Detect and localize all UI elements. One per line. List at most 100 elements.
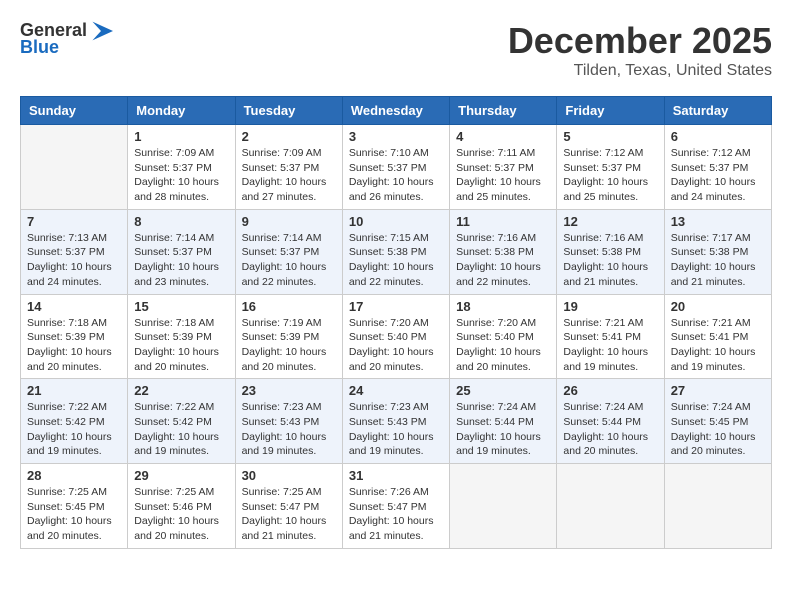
calendar-cell: 3Sunrise: 7:10 AM Sunset: 5:37 PM Daylig… (342, 125, 449, 210)
day-info: Sunrise: 7:17 AM Sunset: 5:38 PM Dayligh… (671, 231, 765, 290)
day-info: Sunrise: 7:18 AM Sunset: 5:39 PM Dayligh… (27, 316, 121, 375)
calendar-cell: 9 Sunrise: 7:14 AM Sunset: 5:37 PM Daylig… (235, 209, 342, 294)
calendar-cell: 7 Sunrise: 7:13 AM Sunset: 5:37 PM Daylig… (21, 209, 128, 294)
day-number: 1 (134, 129, 228, 144)
calendar-cell: 4 Sunrise: 7:11 AM Sunset: 5:37 PM Daylig… (450, 125, 557, 210)
day-info: Sunrise: 7:24 AM Sunset: 5:45 PM Dayligh… (671, 400, 765, 459)
calendar-cell (450, 464, 557, 549)
calendar-cell: 22 Sunrise: 7:22 AM Sunset: 5:42 PM Dayli… (128, 379, 235, 464)
calendar-cell: 12 Sunrise: 7:16 AM Sunset: 5:38 PM Dayli… (557, 209, 664, 294)
calendar-cell: 19 Sunrise: 7:21 AM Sunset: 5:41 PM Dayli… (557, 294, 664, 379)
calendar-cell: 1Sunrise: 7:09 AM Sunset: 5:37 PM Daylig… (128, 125, 235, 210)
day-info: Sunrise: 7:20 AM Sunset: 5:40 PM Dayligh… (456, 316, 550, 375)
day-number: 10 (349, 214, 443, 229)
day-number: 6 (671, 129, 765, 144)
day-info: Sunrise: 7:11 AM Sunset: 5:37 PM Dayligh… (456, 146, 550, 205)
day-info: Sunrise: 7:22 AM Sunset: 5:42 PM Dayligh… (134, 400, 228, 459)
location-subtitle: Tilden, Texas, United States (508, 62, 772, 80)
calendar-cell: 15 Sunrise: 7:18 AM Sunset: 5:39 PM Dayli… (128, 294, 235, 379)
calendar-cell: 14 Sunrise: 7:18 AM Sunset: 5:39 PM Dayli… (21, 294, 128, 379)
calendar-cell (557, 464, 664, 549)
day-number: 23 (242, 383, 336, 398)
logo-blue: Blue (20, 37, 59, 58)
day-info: Sunrise: 7:24 AM Sunset: 5:44 PM Dayligh… (563, 400, 657, 459)
calendar-cell: 21Sunrise: 7:22 AM Sunset: 5:42 PM Dayli… (21, 379, 128, 464)
day-number: 20 (671, 299, 765, 314)
day-number: 28 (27, 468, 121, 483)
day-number: 19 (563, 299, 657, 314)
calendar-cell: 20 Sunrise: 7:21 AM Sunset: 5:41 PM Dayli… (664, 294, 771, 379)
day-info: Sunrise: 7:26 AM Sunset: 5:47 PM Dayligh… (349, 485, 443, 544)
calendar-week-row: 7 Sunrise: 7:13 AM Sunset: 5:37 PM Daylig… (21, 209, 772, 294)
day-header-monday: Monday (128, 97, 235, 125)
day-header-thursday: Thursday (450, 97, 557, 125)
day-number: 17 (349, 299, 443, 314)
day-number: 16 (242, 299, 336, 314)
calendar-cell: 13 Sunrise: 7:17 AM Sunset: 5:38 PM Dayli… (664, 209, 771, 294)
day-info: Sunrise: 7:19 AM Sunset: 5:39 PM Dayligh… (242, 316, 336, 375)
calendar-cell: 17Sunrise: 7:20 AM Sunset: 5:40 PM Dayli… (342, 294, 449, 379)
day-info: Sunrise: 7:21 AM Sunset: 5:41 PM Dayligh… (671, 316, 765, 375)
calendar-week-row: 21Sunrise: 7:22 AM Sunset: 5:42 PM Dayli… (21, 379, 772, 464)
calendar-cell: 11 Sunrise: 7:16 AM Sunset: 5:38 PM Dayli… (450, 209, 557, 294)
day-info: Sunrise: 7:15 AM Sunset: 5:38 PM Dayligh… (349, 231, 443, 290)
calendar-cell: 23Sunrise: 7:23 AM Sunset: 5:43 PM Dayli… (235, 379, 342, 464)
day-number: 4 (456, 129, 550, 144)
day-info: Sunrise: 7:25 AM Sunset: 5:45 PM Dayligh… (27, 485, 121, 544)
day-number: 31 (349, 468, 443, 483)
calendar-cell: 16 Sunrise: 7:19 AM Sunset: 5:39 PM Dayli… (235, 294, 342, 379)
calendar-week-row: 28 Sunrise: 7:25 AM Sunset: 5:45 PM Dayli… (21, 464, 772, 549)
day-number: 12 (563, 214, 657, 229)
calendar-cell: 5Sunrise: 7:12 AM Sunset: 5:37 PM Daylig… (557, 125, 664, 210)
day-number: 29 (134, 468, 228, 483)
calendar-cell: 27 Sunrise: 7:24 AM Sunset: 5:45 PM Dayli… (664, 379, 771, 464)
day-header-sunday: Sunday (21, 97, 128, 125)
calendar-cell: 24Sunrise: 7:23 AM Sunset: 5:43 PM Dayli… (342, 379, 449, 464)
calendar-cell: 18 Sunrise: 7:20 AM Sunset: 5:40 PM Dayli… (450, 294, 557, 379)
day-info: Sunrise: 7:13 AM Sunset: 5:37 PM Dayligh… (27, 231, 121, 290)
day-number: 11 (456, 214, 550, 229)
calendar-cell: 29 Sunrise: 7:25 AM Sunset: 5:46 PM Dayli… (128, 464, 235, 549)
day-number: 27 (671, 383, 765, 398)
day-info: Sunrise: 7:18 AM Sunset: 5:39 PM Dayligh… (134, 316, 228, 375)
title-section: December 2025 Tilden, Texas, United Stat… (508, 20, 772, 80)
calendar-cell (21, 125, 128, 210)
calendar-cell: 30Sunrise: 7:25 AM Sunset: 5:47 PM Dayli… (235, 464, 342, 549)
days-header: SundayMondayTuesdayWednesdayThursdayFrid… (21, 97, 772, 125)
calendar-cell (664, 464, 771, 549)
day-header-saturday: Saturday (664, 97, 771, 125)
calendar-week-row: 1 Sunrise: 7:09 AM Sunset: 5:37 PM Daylig… (21, 125, 772, 210)
day-number: 14 (27, 299, 121, 314)
day-info: Sunrise: 7:16 AM Sunset: 5:38 PM Dayligh… (563, 231, 657, 290)
day-info: Sunrise: 7:22 AM Sunset: 5:42 PM Dayligh… (27, 400, 121, 459)
day-number: 25 (456, 383, 550, 398)
day-info: Sunrise: 7:21 AM Sunset: 5:41 PM Dayligh… (563, 316, 657, 375)
day-number: 9 (242, 214, 336, 229)
day-header-friday: Friday (557, 97, 664, 125)
calendar-cell: 25 Sunrise: 7:24 AM Sunset: 5:44 PM Dayli… (450, 379, 557, 464)
calendar-cell: 8Sunrise: 7:14 AM Sunset: 5:37 PM Daylig… (128, 209, 235, 294)
day-info: Sunrise: 7:24 AM Sunset: 5:44 PM Dayligh… (456, 400, 550, 459)
day-number: 13 (671, 214, 765, 229)
day-info: Sunrise: 7:16 AM Sunset: 5:38 PM Dayligh… (456, 231, 550, 290)
day-number: 26 (563, 383, 657, 398)
day-info: Sunrise: 7:09 AM Sunset: 5:37 PM Dayligh… (242, 146, 336, 205)
logo-arrow-icon (89, 21, 113, 41)
day-number: 22 (134, 383, 228, 398)
day-number: 24 (349, 383, 443, 398)
calendar-cell: 28 Sunrise: 7:25 AM Sunset: 5:45 PM Dayli… (21, 464, 128, 549)
day-info: Sunrise: 7:12 AM Sunset: 5:37 PM Dayligh… (671, 146, 765, 205)
day-number: 8 (134, 214, 228, 229)
day-info: Sunrise: 7:14 AM Sunset: 5:37 PM Dayligh… (242, 231, 336, 290)
calendar-table: SundayMondayTuesdayWednesdayThursdayFrid… (20, 96, 772, 549)
day-header-wednesday: Wednesday (342, 97, 449, 125)
calendar-cell: 10 Sunrise: 7:15 AM Sunset: 5:38 PM Dayli… (342, 209, 449, 294)
calendar-cell: 31 Sunrise: 7:26 AM Sunset: 5:47 PM Dayli… (342, 464, 449, 549)
day-number: 15 (134, 299, 228, 314)
day-number: 7 (27, 214, 121, 229)
day-info: Sunrise: 7:25 AM Sunset: 5:46 PM Dayligh… (134, 485, 228, 544)
calendar-cell: 6 Sunrise: 7:12 AM Sunset: 5:37 PM Daylig… (664, 125, 771, 210)
calendar-cell: 2Sunrise: 7:09 AM Sunset: 5:37 PM Daylig… (235, 125, 342, 210)
day-header-tuesday: Tuesday (235, 97, 342, 125)
day-number: 18 (456, 299, 550, 314)
